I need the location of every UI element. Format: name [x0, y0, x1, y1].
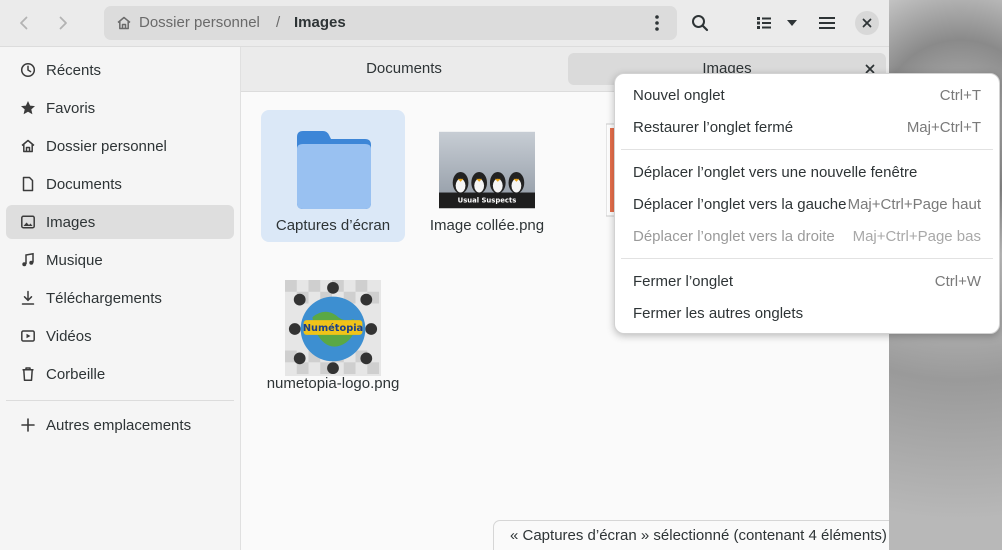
- tab-context-menu: Nouvel onglet Ctrl+T Restaurer l’onglet …: [614, 73, 1000, 334]
- menu-item-label: Déplacer l’onglet vers une nouvelle fenê…: [633, 163, 918, 181]
- menu-item-label: Fermer l’onglet: [633, 272, 734, 290]
- star-icon: [20, 100, 36, 116]
- sidebar-item-label: Téléchargements: [46, 289, 162, 307]
- file-name: numetopia-logo.png: [266, 375, 400, 392]
- sidebar-item-home[interactable]: Dossier personnel: [6, 129, 234, 163]
- menu-item-move-tab-right[interactable]: Déplacer l’onglet vers la droite Maj+Ctr…: [621, 220, 993, 252]
- download-icon: [20, 290, 36, 306]
- close-icon: [862, 18, 872, 28]
- menu-item-move-tab-new-window[interactable]: Déplacer l’onglet vers une nouvelle fenê…: [621, 156, 993, 188]
- search-button[interactable]: [684, 7, 716, 39]
- sidebar-item-label: Dossier personnel: [46, 137, 167, 155]
- menu-separator: [621, 258, 993, 259]
- sidebar-item-images[interactable]: Images: [6, 205, 234, 239]
- header-bar: Dossier personnel / Images: [0, 0, 889, 47]
- thumb-caption: Usual Suspects: [458, 196, 517, 204]
- window-close-button[interactable]: [855, 11, 879, 35]
- image-thumbnail: Usual Suspects: [439, 122, 535, 218]
- status-bar: « Captures d’écran » sélectionné (conten…: [493, 520, 889, 550]
- tab-label: Documents: [366, 60, 442, 77]
- menu-item-move-tab-left[interactable]: Déplacer l’onglet vers la gauche Maj+Ctr…: [621, 188, 993, 220]
- sidebar: Récents Favoris Dossier personnel Docume…: [0, 47, 241, 550]
- menu-item-shortcut: Ctrl+W: [934, 272, 981, 290]
- list-view-icon: [757, 17, 771, 29]
- sidebar-item-label: Favoris: [46, 99, 96, 117]
- sidebar-item-videos[interactable]: Vidéos: [6, 319, 234, 353]
- menu-item-shortcut: Ctrl+T: [939, 86, 981, 104]
- sidebar-item-label: Images: [46, 213, 96, 231]
- menu-item-label: Déplacer l’onglet vers la gauche: [633, 195, 847, 213]
- file-item-image[interactable]: Numétopia numetopia-logo.png: [261, 268, 405, 400]
- path-menu-button[interactable]: [647, 13, 667, 33]
- file-name: Image collée.png: [429, 217, 545, 234]
- menu-item-new-tab[interactable]: Nouvel onglet Ctrl+T: [621, 79, 993, 111]
- menu-item-label: Nouvel onglet: [633, 86, 725, 104]
- sidebar-item-label: Vidéos: [46, 327, 92, 345]
- video-icon: [20, 328, 36, 344]
- file-item-image[interactable]: Usual Suspects Image collée.png: [415, 110, 559, 242]
- folder-icon: [285, 122, 381, 218]
- sidebar-item-music[interactable]: Musique: [6, 243, 234, 277]
- hamburger-menu-icon: [819, 17, 835, 29]
- back-button[interactable]: [8, 7, 40, 39]
- clock-icon: [20, 62, 36, 78]
- menu-item-close-tab[interactable]: Fermer l’onglet Ctrl+W: [621, 265, 993, 297]
- sidebar-item-label: Corbeille: [46, 365, 106, 383]
- sidebar-item-label: Musique: [46, 251, 103, 269]
- document-icon: [20, 176, 36, 192]
- path-bar[interactable]: Dossier personnel / Images: [104, 6, 677, 40]
- triangle-down-icon: [787, 20, 797, 26]
- file-item-folder[interactable]: Captures d’écran: [261, 110, 405, 242]
- menu-item-shortcut: Maj+Ctrl+Page bas: [852, 227, 981, 245]
- tab-documents[interactable]: Documents: [245, 53, 563, 85]
- sidebar-item-trash[interactable]: Corbeille: [6, 357, 234, 391]
- home-icon: [117, 16, 131, 30]
- home-icon: [20, 138, 36, 154]
- sidebar-item-documents[interactable]: Documents: [6, 167, 234, 201]
- menu-item-shortcut: Maj+Ctrl+T: [906, 118, 981, 136]
- music-icon: [20, 252, 36, 268]
- kebab-menu-icon: [655, 15, 659, 31]
- trash-icon: [20, 366, 36, 382]
- search-icon: [692, 15, 709, 32]
- thumb-caption: Numétopia: [303, 322, 363, 334]
- view-options-button[interactable]: [776, 7, 808, 39]
- breadcrumb-home-label: Dossier personnel: [139, 14, 260, 31]
- menu-item-label: Fermer les autres onglets: [633, 304, 804, 322]
- sidebar-item-label: Autres emplacements: [46, 416, 192, 434]
- breadcrumb-home[interactable]: Dossier personnel: [116, 6, 260, 40]
- chevron-right-icon: [59, 16, 67, 30]
- plus-icon: [20, 417, 36, 433]
- sidebar-item-recents[interactable]: Récents: [6, 53, 234, 87]
- menu-item-label: Restaurer l’onglet fermé: [633, 118, 794, 136]
- menu-separator: [621, 149, 993, 150]
- sidebar-separator: [6, 400, 234, 401]
- sidebar-item-other-locations[interactable]: Autres emplacements: [6, 408, 234, 442]
- menu-item-restore-closed-tab[interactable]: Restaurer l’onglet fermé Maj+Ctrl+T: [621, 111, 993, 143]
- menu-item-label: Déplacer l’onglet vers la droite: [633, 227, 835, 245]
- sidebar-item-label: Récents: [46, 61, 102, 79]
- chevron-left-icon: [20, 16, 28, 30]
- image-icon: [20, 214, 36, 230]
- breadcrumb-separator: /: [276, 14, 281, 31]
- forward-button[interactable]: [47, 7, 79, 39]
- image-thumbnail: Numétopia: [285, 280, 381, 376]
- sidebar-item-favorites[interactable]: Favoris: [6, 91, 234, 125]
- breadcrumb-current[interactable]: Images: [294, 6, 346, 40]
- main-menu-button[interactable]: [811, 7, 843, 39]
- sidebar-item-downloads[interactable]: Téléchargements: [6, 281, 234, 315]
- menu-item-close-other-tabs[interactable]: Fermer les autres onglets: [621, 297, 993, 329]
- sidebar-item-label: Documents: [46, 175, 122, 193]
- menu-item-shortcut: Maj+Ctrl+Page haut: [847, 195, 981, 213]
- file-name: Captures d’écran: [275, 217, 391, 234]
